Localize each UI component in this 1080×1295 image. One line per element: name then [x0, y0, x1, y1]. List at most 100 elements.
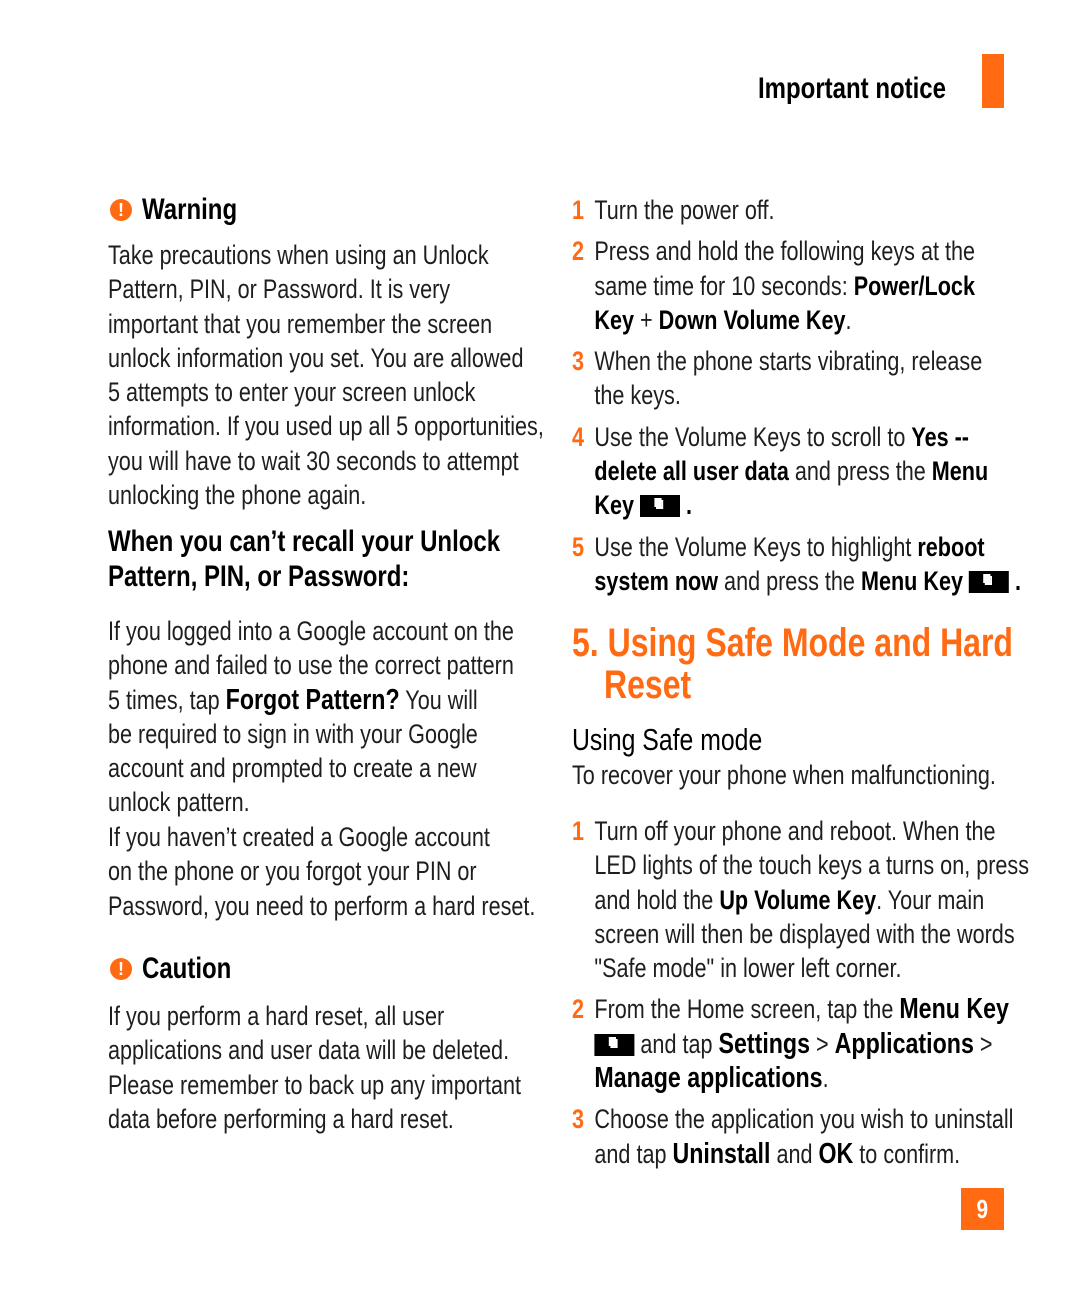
- text-span: and tap: [640, 1028, 719, 1059]
- heading-line: When you can’t recall your Unlock: [108, 525, 501, 558]
- recall-paragraph-2: If you haven’t created a Google account …: [108, 820, 535, 923]
- text-span: to confirm.: [853, 1138, 961, 1169]
- text-span: >: [810, 1028, 835, 1059]
- yes-option-label: Yes --: [911, 421, 969, 452]
- step-number: 2: [572, 994, 585, 1025]
- text-span: and hold the: [594, 884, 720, 915]
- text-line: Take precautions when using an Unlock: [108, 240, 489, 270]
- manage-applications-label: Manage applications: [594, 1062, 823, 1095]
- text-line: applications and user data will be delet…: [108, 1035, 510, 1066]
- down-volume-key-label: Down Volume Key: [658, 304, 846, 335]
- text-line: and tap Uninstall and OK to confirm.: [594, 1137, 1029, 1171]
- step-2: 2 Press and hold the following keys at t…: [572, 234, 1021, 337]
- text-line: account and prompted to create a new: [108, 753, 477, 784]
- text-line: Turn off your phone and reboot. When the: [594, 816, 996, 846]
- text-span: +: [634, 304, 659, 335]
- text-span: and: [770, 1138, 819, 1169]
- text-span: . Your main: [876, 884, 985, 915]
- text-line: unlock pattern.: [108, 787, 250, 818]
- step-number: 1: [572, 195, 585, 225]
- caution-text: If you perform a hard reset, all user ap…: [108, 999, 521, 1136]
- recall-heading: When you can’t recall your Unlock Patter…: [108, 524, 500, 594]
- text-line: phone and failed to use the correct patt…: [108, 650, 514, 681]
- text-line: on the phone or you forgot your PIN or: [108, 856, 477, 887]
- warning-title: Warning: [142, 193, 238, 226]
- text-line: From the Home screen, tap the Menu Key: [594, 992, 1029, 1026]
- warning-heading: ! Warning: [110, 193, 261, 227]
- text-span: You will: [399, 684, 478, 715]
- text-line: Manage applications.: [594, 1061, 1029, 1095]
- text-line: information. If you used up all 5 opport…: [108, 411, 544, 442]
- menu-key-label: Menu Key: [860, 565, 963, 596]
- ok-label: OK: [818, 1137, 854, 1170]
- text-line: Press and hold the following keys at the: [594, 236, 976, 267]
- text-line: Password, you need to perform a hard res…: [108, 890, 536, 921]
- text-line: Turn the power off.: [594, 195, 775, 225]
- text-line: you will have to wait 30 seconds to atte…: [108, 445, 519, 476]
- text-line: same time for 10 seconds: Power/Lock: [594, 269, 1021, 303]
- text-line: delete all user data and press the Menu: [594, 454, 1021, 488]
- caution-title: Caution: [142, 952, 232, 985]
- power-lock-key-label: Power/Lock: [853, 270, 975, 301]
- text-span: Use the Volume Keys to scroll to: [594, 421, 912, 452]
- text-span: same time for 10 seconds:: [594, 270, 854, 301]
- recall-paragraph-1: If you logged into a Google account on t…: [108, 614, 514, 820]
- text-line: data before performing a hard reset.: [108, 1103, 454, 1134]
- header-accent-bar: [982, 54, 1004, 108]
- text-line: and tap Settings > Applications >: [594, 1027, 1029, 1061]
- menu-key-icon: [968, 570, 1009, 593]
- menu-key-label: Menu Key: [899, 993, 1009, 1026]
- text-span: .: [822, 1063, 829, 1094]
- safe-step-1: 1 Turn off your phone and reboot. When t…: [572, 814, 1029, 985]
- reboot-label: reboot: [917, 531, 985, 562]
- step-number: 2: [572, 236, 585, 267]
- text-line: 5 attempts to enter your screen unlock: [108, 377, 476, 408]
- text-line: unlock information you set. You are allo…: [108, 342, 524, 373]
- text-span: and press the: [788, 456, 932, 487]
- text-span: Use the Volume Keys to highlight: [594, 531, 918, 562]
- text-line: Choose the application you wish to unins…: [594, 1104, 1014, 1135]
- step-4: 4 Use the Volume Keys to scroll to Yes -…: [572, 420, 1021, 523]
- menu-key-icon: [640, 495, 681, 518]
- hard-reset-steps: 1 Turn the power off. 2 Press and hold t…: [572, 193, 1021, 598]
- safe-step-3: 3 Choose the application you wish to uni…: [572, 1102, 1029, 1171]
- settings-label: Settings: [718, 1027, 811, 1060]
- safe-mode-subtitle: Using Safe mode: [572, 722, 763, 757]
- page-section-title: Important notice: [758, 72, 947, 105]
- text-line: screen will then be displayed with the w…: [594, 918, 1015, 949]
- page-number-badge: 9: [961, 1188, 1004, 1230]
- text-span: and tap: [594, 1138, 673, 1169]
- text-span: 5 times, tap: [108, 684, 226, 715]
- warning-text: Take precautions when using an Unlock Pa…: [108, 238, 544, 512]
- step-number: 1: [572, 816, 585, 846]
- text-span: and press the: [718, 565, 861, 596]
- text-line: Use the Volume Keys to scroll to Yes --: [594, 420, 1021, 454]
- safe-mode-intro: To recover your phone when malfunctionin…: [572, 760, 996, 790]
- text-line: When the phone starts vibrating, release: [594, 346, 983, 377]
- step-5: 5 Use the Volume Keys to highlight reboo…: [572, 530, 1021, 599]
- text-line: Pattern, PIN, or Password. It is very: [108, 274, 451, 305]
- caution-heading: ! Caution: [110, 952, 254, 986]
- text-line: If you perform a hard reset, all user: [108, 1001, 445, 1031]
- text-line: Key .: [594, 488, 1021, 522]
- menu-key-icon: [594, 1033, 635, 1056]
- text-line: be required to sign in with your Google: [108, 718, 478, 749]
- text-span: .: [1015, 565, 1022, 596]
- text-span: .: [845, 304, 852, 335]
- forgot-pattern-label: Forgot Pattern?: [225, 683, 400, 716]
- text-line: the keys.: [594, 380, 681, 411]
- up-volume-key-label: Up Volume Key: [719, 884, 877, 915]
- key-label: Key: [594, 304, 635, 335]
- step-number: 3: [572, 346, 585, 377]
- menu-label: Menu: [931, 456, 989, 487]
- text-line: important that you remember the screen: [108, 308, 493, 339]
- step-3: 3 When the phone starts vibrating, relea…: [572, 344, 1021, 413]
- text-line: unlocking the phone again.: [108, 480, 367, 511]
- heading-line: Pattern, PIN, or Password:: [108, 560, 410, 593]
- key-label: Key: [594, 490, 635, 521]
- text-span: From the Home screen, tap the: [594, 994, 900, 1025]
- text-line: If you haven’t created a Google account: [108, 822, 490, 852]
- safe-step-2: 2 From the Home screen, tap the Menu Key…: [572, 992, 1029, 1095]
- title-line: Reset: [604, 663, 692, 707]
- title-line: 5. Using Safe Mode and Hard: [572, 621, 1013, 665]
